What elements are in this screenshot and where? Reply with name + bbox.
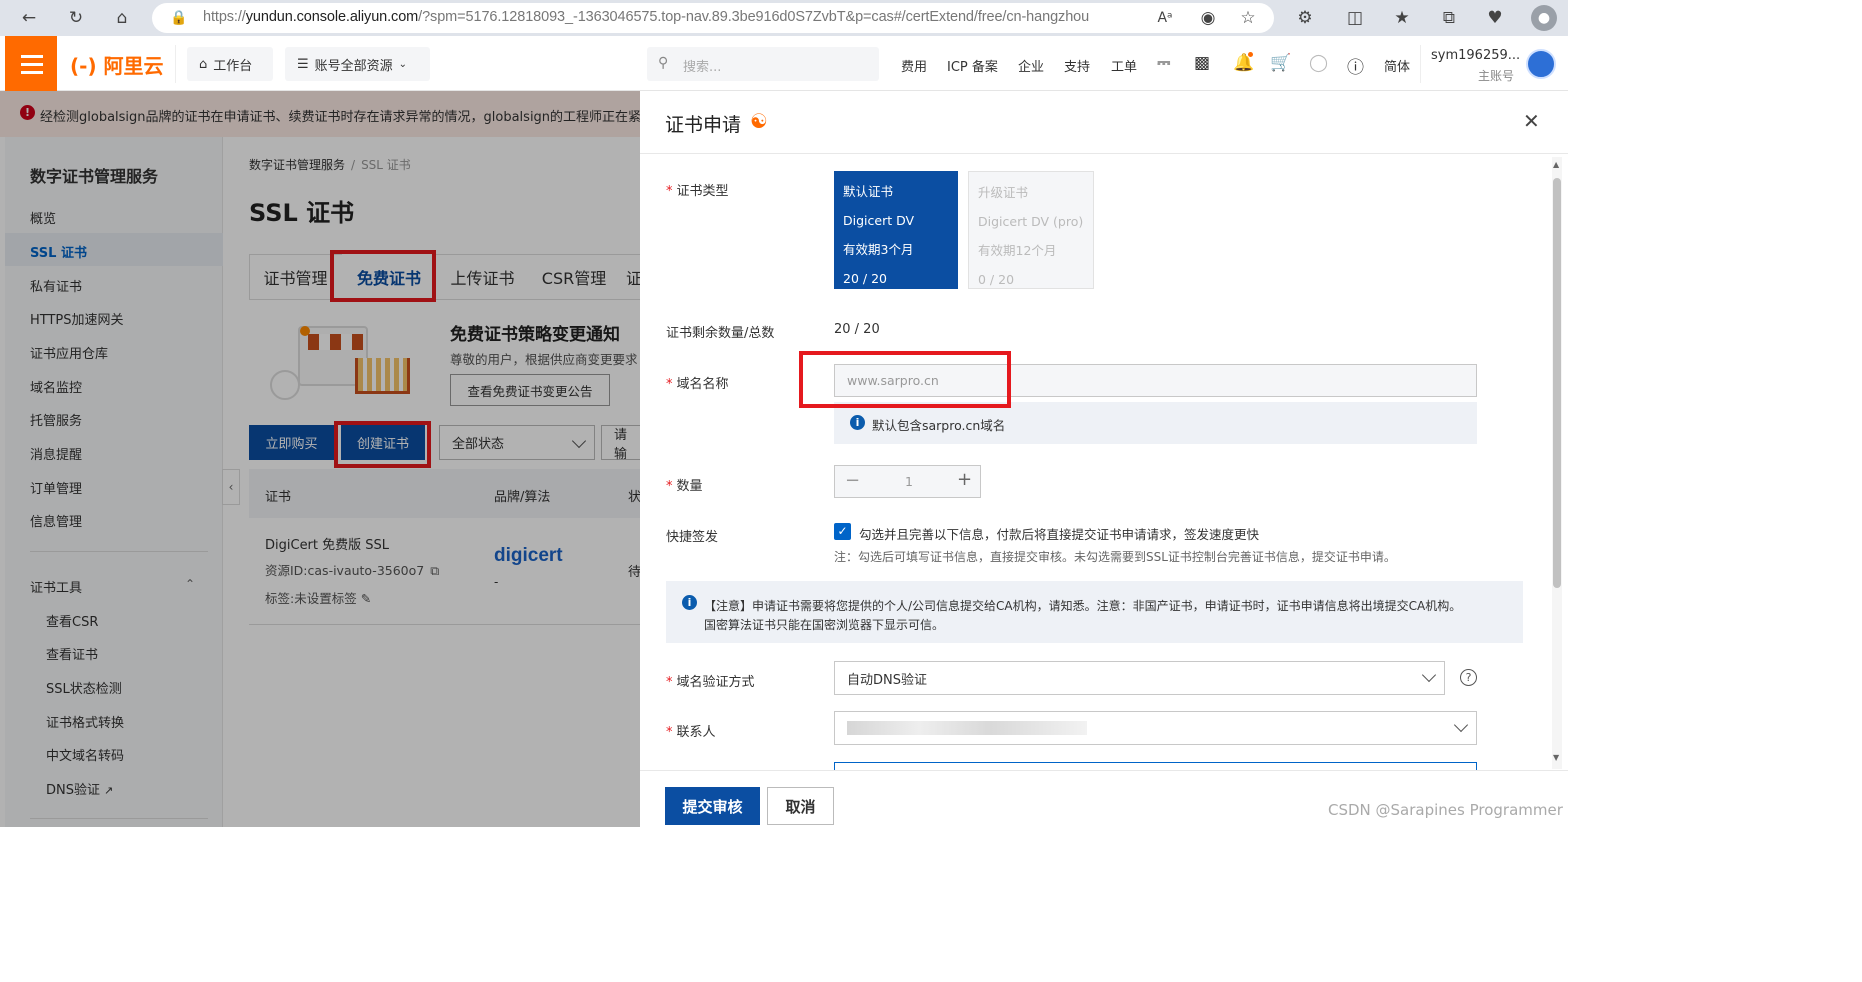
info-icon: i [850,415,865,430]
extensions-icon[interactable]: ⚙ [1293,6,1317,30]
nav-fees[interactable]: 费用 [901,56,927,75]
headset-icon[interactable]: ☯ [750,109,768,133]
health-icon[interactable]: ♥ [1483,6,1507,30]
domain-hint-box: i 默认包含sarpro.cn域名 [834,402,1477,444]
label-quick-issue: 快捷签发 [666,530,719,545]
scroll-down-icon[interactable]: ▼ [1553,753,1559,762]
user-name[interactable]: sym196259... [1431,48,1520,63]
card-upgrade-cert[interactable]: 升级证书 Digicert DV (pro) 有效期12个月 0 / 20 [968,171,1094,289]
resources-dropdown[interactable]: ☰ 账号全部资源 ⌄ [285,47,430,81]
notification-dot [1248,52,1253,57]
reload-icon[interactable]: ↻ [64,6,88,30]
cart-icon[interactable]: 🛒 [1270,53,1291,73]
quick-issue-checkbox[interactable]: ✓ [834,523,851,540]
user-role: 主账号 [1478,69,1515,83]
minus-icon[interactable]: − [845,470,860,491]
blurred-contact [847,721,1087,735]
favorites-list-icon[interactable]: ★ [1390,6,1414,30]
label-remaining: 证书剩余数量/总数 [666,326,775,341]
verify-method-select[interactable]: 自动DNS验证 [834,661,1445,695]
chevron-down-icon [1421,667,1437,683]
label-cert-type: * 证书类型 [666,184,729,199]
plus-icon[interactable]: + [957,469,972,490]
nav-icp[interactable]: ICP 备案 [947,56,998,75]
chevron-down-icon [1453,717,1469,733]
contact-select[interactable] [834,711,1477,745]
card-default-cert[interactable]: 默认证书 Digicert DV 有效期3个月 20 / 20 [834,171,958,289]
chevron-down-icon: ⌄ [398,58,408,70]
help-icon[interactable]: ⓘ [1347,53,1364,78]
cancel-button[interactable]: 取消 [767,787,834,825]
favorite-icon[interactable]: ☆ [1236,6,1260,30]
collections-icon[interactable]: ⧉ [1437,6,1461,30]
code-icon[interactable]: ⎓ [1157,53,1171,73]
list-icon: ☰ [297,56,309,72]
aliyun-logo[interactable]: (-) 阿里云 [70,47,164,81]
url-text[interactable]: https://yundun.console.aliyun.com/?spm=5… [203,9,1089,25]
language-switch[interactable]: 简体 [1384,56,1410,75]
highlight-domain-input [799,351,1011,408]
submit-button[interactable]: 提交审核 [665,787,760,825]
nav-enterprise[interactable]: 企业 [1018,56,1044,75]
menu-icon[interactable] [5,36,57,91]
quick-issue-label[interactable]: 勾选并且完善以下信息，付款后将直接提交证书申请请求，签发速度更快 [859,524,1259,543]
profile-icon[interactable]: ● [1531,5,1557,31]
home-icon[interactable]: ⌂ [110,6,134,30]
remaining-value: 20 / 20 [834,322,880,337]
next-field[interactable] [834,762,1477,770]
nav-support[interactable]: 支持 [1064,56,1090,75]
notice-alert: i 【注意】申请证书需要将您提供的个人/公司信息提交给CA机构，请知悉。注意：非… [666,581,1523,643]
avatar[interactable] [1526,49,1556,79]
scroll-up-icon[interactable]: ▲ [1553,160,1559,169]
lock-icon: 🔒 [170,10,188,26]
nav-ticket[interactable]: 工单 [1111,56,1137,75]
label-verify-method: * 域名验证方式 [666,675,755,690]
drawer-header [640,91,1568,154]
workbench-button[interactable]: ⌂ 工作台 [187,47,273,81]
bulb-icon[interactable]: ◯ [1309,53,1328,73]
home-icon: ⌂ [199,56,208,72]
watermark: CSDN @Sarapines Programmer [1328,801,1563,819]
drawer-title: 证书申请 [665,114,742,136]
label-quantity: * 数量 [666,479,703,494]
browser-toolbar: ← ↻ ⌂ 🔒 https://yundun.console.aliyun.co… [0,0,1568,36]
label-contact: * 联系人 [666,725,716,740]
terminal-icon[interactable]: ▩ [1194,53,1210,73]
help-icon[interactable]: ? [1460,669,1477,686]
search-input[interactable]: ⚲ 搜索... [647,47,879,81]
read-aloud-icon[interactable]: Aᵃ [1153,6,1177,30]
back-icon[interactable]: ← [17,6,41,30]
tracking-icon[interactable]: ◉ [1196,6,1220,30]
quantity-stepper[interactable]: − 1 + [834,465,981,498]
search-icon: ⚲ [658,55,669,71]
label-domain: * 域名名称 [666,377,729,392]
info-icon: i [682,595,697,610]
close-icon[interactable]: ✕ [1523,109,1540,133]
scrollbar-thumb[interactable] [1553,178,1561,588]
split-screen-icon[interactable]: ◫ [1343,6,1367,30]
quick-issue-note: 注：勾选后可填写证书信息，直接提交审核。未勾选需要到SSL证书控制台完善证书信息… [834,550,1396,564]
modal-backdrop[interactable] [0,91,640,827]
